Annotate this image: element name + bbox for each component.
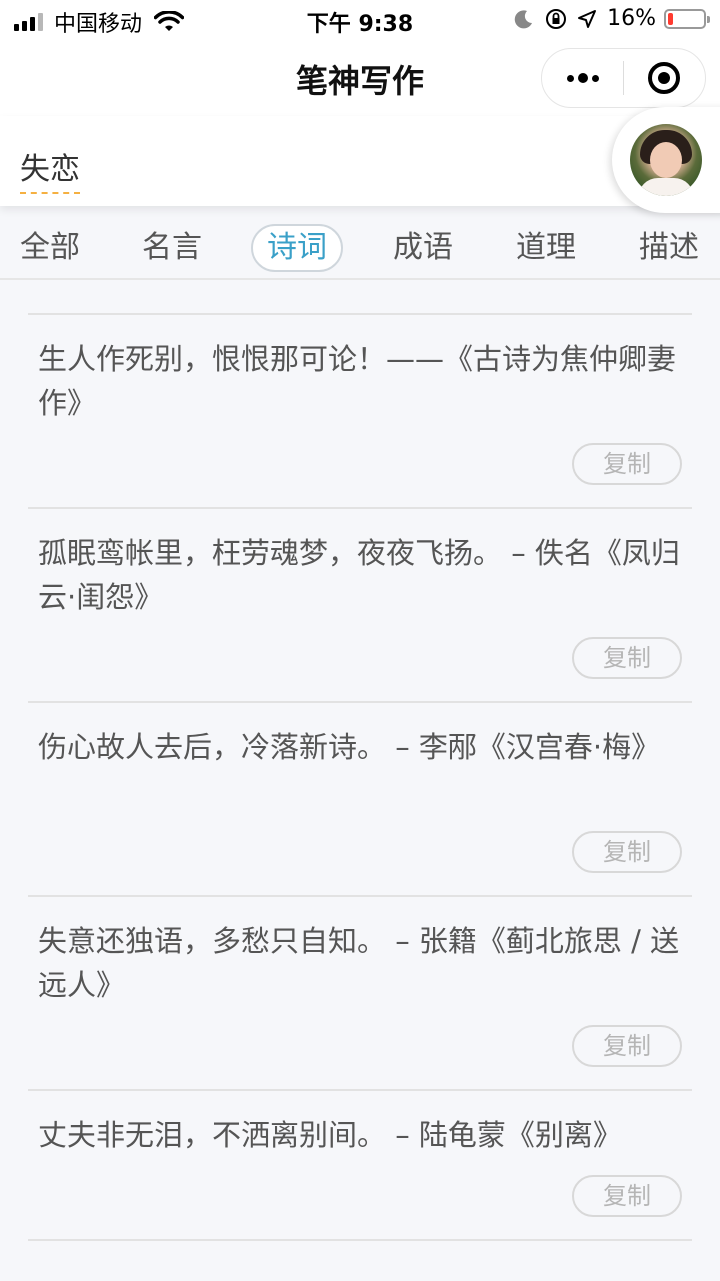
list-item: 伤心故人去后，冷落新诗。 – 李邴《汉宫春·梅》 复制 xyxy=(28,703,692,897)
item-text: 孤眠鸾帐里，枉劳魂梦，夜夜飞扬。 – 佚名《凤归云·闺怨》 xyxy=(38,536,680,614)
tab-descriptions[interactable]: 描述 xyxy=(639,224,699,272)
mini-program-capsule xyxy=(541,48,706,108)
more-button[interactable] xyxy=(542,49,623,107)
item-text: 伤心故人去后，冷落新诗。 – 李邴《汉宫春·梅》 xyxy=(38,730,661,764)
copy-button[interactable]: 复制 xyxy=(572,1175,682,1217)
copy-button[interactable]: 复制 xyxy=(572,831,682,873)
tab-all[interactable]: 全部 xyxy=(20,224,80,272)
close-button[interactable] xyxy=(624,49,705,107)
copy-button[interactable]: 复制 xyxy=(572,637,682,679)
tab-poetry[interactable]: 诗词 xyxy=(251,224,343,272)
target-icon xyxy=(648,62,681,94)
tab-idioms[interactable]: 成语 xyxy=(393,224,453,272)
tab-principles[interactable]: 道理 xyxy=(516,224,576,272)
battery-icon xyxy=(664,8,710,29)
copy-button[interactable]: 复制 xyxy=(572,1025,682,1067)
list-item: 生人作死别，恨恨那可论！——《古诗为焦仲卿妻作》 复制 xyxy=(28,315,692,509)
avatar xyxy=(630,124,702,196)
result-list: 生人作死别，恨恨那可论！——《古诗为焦仲卿妻作》 复制 孤眠鸾帐里，枉劳魂梦，夜… xyxy=(28,313,692,1241)
item-text: 生人作死别，恨恨那可论！——《古诗为焦仲卿妻作》 xyxy=(38,342,677,420)
more-dot-icon xyxy=(566,74,574,82)
tab-quotes[interactable]: 名言 xyxy=(142,224,202,272)
list-item: 失意还独语，多愁只自知。 – 张籍《蓟北旅思 / 送远人》 复制 xyxy=(28,897,692,1091)
orientation-lock-icon xyxy=(546,8,567,29)
battery-percent: 16% xyxy=(607,6,656,31)
status-bar: 中国移动 下午 9:38 16% xyxy=(0,0,720,40)
item-text: 失意还独语，多愁只自知。 – 张籍《蓟北旅思 / 送远人》 xyxy=(38,924,680,1002)
moon-icon xyxy=(514,9,533,28)
nav-bar: 笔神写作 xyxy=(0,40,720,116)
status-right: 16% xyxy=(503,6,710,31)
avatar-button[interactable] xyxy=(612,107,720,213)
location-icon xyxy=(578,9,597,28)
list-item: 丈夫非无泪，不洒离别间。 – 陆龟蒙《别离》 复制 xyxy=(28,1091,692,1241)
battery-fill xyxy=(668,12,674,25)
item-text: 丈夫非无泪，不洒离别间。 – 陆龟蒙《别离》 xyxy=(38,1118,622,1152)
list-item: 孤眠鸾帐里，枉劳魂梦，夜夜飞扬。 – 佚名《凤归云·闺怨》 复制 xyxy=(28,509,692,703)
copy-button[interactable]: 复制 xyxy=(572,443,682,485)
more-dot-icon xyxy=(577,73,588,83)
more-dot-icon xyxy=(591,74,599,82)
category-tabs: 全部 名言 诗词 成语 道理 描述 xyxy=(0,216,720,280)
search-keyword[interactable]: 失恋 xyxy=(20,144,80,194)
